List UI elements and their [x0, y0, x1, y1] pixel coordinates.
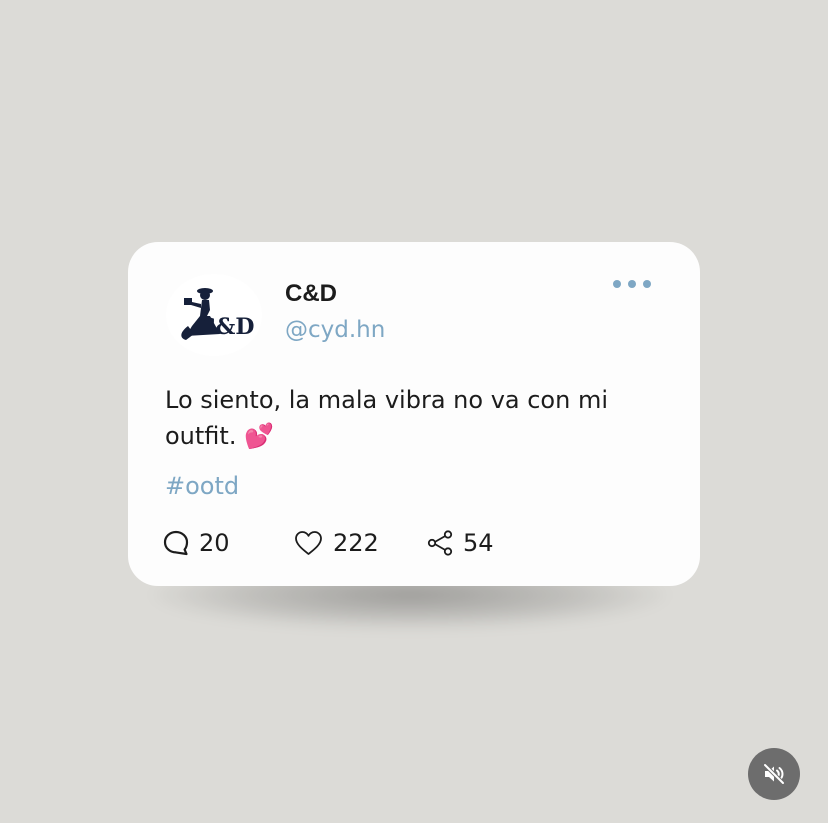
- svg-text:C&D: C&D: [198, 314, 254, 340]
- post-text: Lo siento, la mala vibra no va con mi ou…: [165, 386, 608, 450]
- author-name[interactable]: C&D: [285, 280, 337, 308]
- mute-toggle-button[interactable]: [748, 748, 800, 800]
- like-count: 222: [333, 529, 379, 557]
- more-horizontal-icon: [613, 280, 621, 288]
- share-count: 54: [463, 529, 494, 557]
- avatar[interactable]: C&D: [166, 274, 262, 356]
- author-handle[interactable]: @cyd.hn: [285, 317, 385, 343]
- more-horizontal-icon: [628, 280, 636, 288]
- heart-outline-icon: [295, 531, 322, 555]
- share-button[interactable]: 54: [427, 526, 494, 560]
- like-button[interactable]: 222: [294, 526, 379, 560]
- more-options-button[interactable]: [608, 272, 656, 296]
- comment-count: 20: [199, 529, 230, 557]
- brand-logo-icon: C&D: [181, 288, 254, 340]
- share-nodes-icon: [427, 530, 453, 556]
- more-horizontal-icon: [643, 280, 651, 288]
- comment-bubble-icon: [163, 530, 189, 556]
- hashtag-link[interactable]: #ootd: [165, 472, 239, 500]
- post-card: C&D C&D @cyd.hn Lo siento, la mala vibra…: [128, 242, 700, 586]
- comment-button[interactable]: 20: [163, 526, 230, 560]
- speaker-muted-icon: [763, 763, 785, 785]
